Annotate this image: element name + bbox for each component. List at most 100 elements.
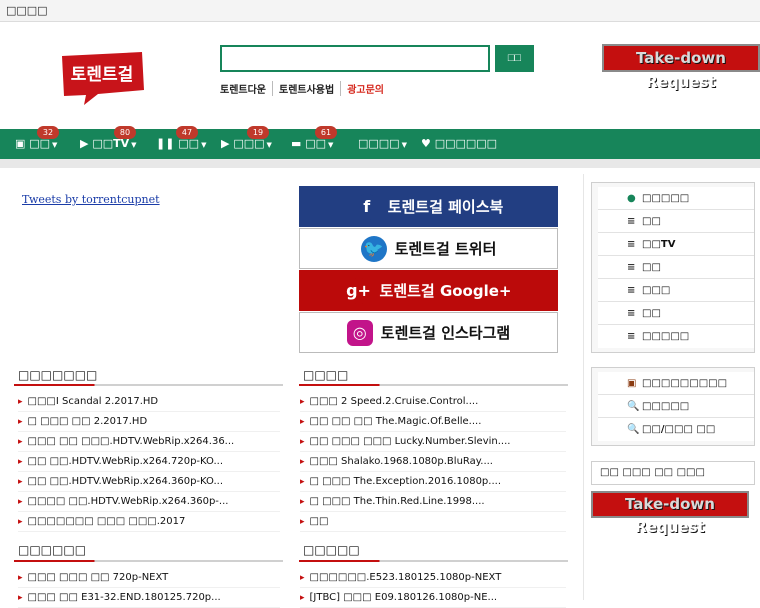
list-item[interactable]: □□ □□.HDTV.WebRip.x264.720p-KO...	[18, 452, 280, 472]
column-divider	[583, 174, 584, 600]
nav-item-video[interactable]: ▶ □□□ ▼ 19	[221, 126, 272, 159]
social-label: 토렌트걸 트위터	[394, 240, 497, 258]
sidebar-menu: ● □□□□□ ≡ □□ ≡ □□TV ≡ □□ ≡ □□□ ≡ □□ ≡ □□□□□	[591, 182, 755, 353]
search-button[interactable]: □□	[495, 45, 534, 72]
takedown-label-main: Take-down	[625, 495, 715, 513]
nav-item-music[interactable]: ❚❚ □□ ▼ 47	[156, 126, 206, 159]
list-item[interactable]: □ □□□ The.Exception.2016.1080p....	[300, 472, 566, 492]
film-icon: ▣	[15, 137, 26, 150]
sidebar-tool-search-2[interactable]: 🔍 □□/□□□ □□	[598, 418, 754, 441]
facebook-banner[interactable]: f 토렌트걸 페이스북	[299, 186, 558, 227]
sidebar-item-video[interactable]: ≡ □□□	[598, 279, 754, 302]
section-list-1: □□□I Scandal 2.2017.HD □ □□□ □□ 2.2017.H…	[18, 392, 280, 532]
takedown-label-main: Take-down	[636, 49, 726, 67]
list-item[interactable]: [JTBC] □□□ E09.180126.1080p-NE...	[300, 588, 566, 608]
section-list-2: □□□ 2 Speed.2.Cruise.Control.... □□ □□ □…	[300, 392, 566, 532]
sidebar-item-tv[interactable]: ≡ □□TV	[598, 233, 754, 256]
link-ad-inquiry[interactable]: 광고문의	[341, 81, 390, 96]
nav-badge: 32	[37, 126, 59, 139]
video-icon: ▶	[221, 137, 230, 150]
section-title[interactable]: □□□□□□□	[18, 368, 97, 382]
list-item[interactable]: □□□ 2 Speed.2.Cruise.Control....	[300, 392, 566, 412]
logo-text: 토렌트걸	[71, 65, 134, 85]
main-nav: ▣ □□ ▼ 32 ▶ □□TV ▼ 80 ❚❚ □□ ▼ 47 ▶ □□□ ▼ 19 …	[0, 126, 760, 168]
list-icon: ≡	[627, 331, 636, 342]
section-title[interactable]: □□□□□	[303, 543, 360, 557]
instagram-icon: ◎	[346, 319, 373, 346]
site-logo[interactable]: 토렌트걸	[58, 50, 146, 106]
section-underline	[14, 560, 283, 562]
instagram-banner[interactable]: ◎ 토렌트걸 인스타그램	[299, 312, 558, 353]
list-icon: ≡	[627, 239, 636, 250]
nav-label: □□□□	[358, 137, 400, 150]
list-item[interactable]: □□□ □□□ □□ 720p-NEXT	[18, 568, 280, 588]
list-item[interactable]: □□□□□□□ □□□ □□□.2017	[18, 512, 280, 532]
section-title[interactable]: □□□□	[303, 368, 348, 382]
search-icon: 🔍	[627, 401, 640, 412]
link-torrent-download[interactable]: 토렌트다운	[220, 81, 273, 96]
search-icon: 🔍	[627, 424, 640, 435]
takedown-label-tail: Request	[635, 518, 705, 536]
list-item[interactable]: □ □□□ □□ 2.2017.HD	[18, 412, 280, 432]
social-label: 토렌트걸 페이스북	[387, 198, 504, 216]
top-bar: □□□□	[0, 0, 760, 22]
pause-icon: ❚❚	[156, 137, 175, 150]
list-item[interactable]: □□□I Scandal 2.2017.HD	[18, 392, 280, 412]
list-item[interactable]: □□□□□□.E523.180125.1080p-NEXT	[300, 568, 566, 588]
list-item[interactable]: □ □□□ The.Thin.Red.Line.1998....	[300, 492, 566, 512]
list-item[interactable]: □□□ □□ E31-32.END.180125.720p...	[18, 588, 280, 608]
list-item[interactable]: □□ □□ □□ The.Magic.Of.Belle....	[300, 412, 566, 432]
sidebar-item-movies[interactable]: ≡ □□	[598, 210, 754, 233]
nav-label: □□□□□□	[434, 137, 498, 150]
section-underline	[14, 384, 283, 386]
list-item[interactable]: □□ □□□ □□□ Lucky.Number.Slevin....	[300, 432, 566, 452]
section-list-3: □□□ □□□ □□ 720p-NEXT □□□ □□ E31-32.END.1…	[18, 568, 280, 608]
twitter-icon: 🐦	[360, 235, 387, 262]
nav-item-tv[interactable]: ▶ □□TV ▼ 80	[80, 126, 137, 159]
play-icon: ▶	[80, 137, 89, 150]
search-input[interactable]	[220, 45, 490, 72]
list-icon: ≡	[627, 216, 636, 227]
list-item[interactable]: □□	[300, 512, 566, 532]
takedown-request-button-top[interactable]: Take-down Request	[602, 44, 760, 91]
google-plus-banner[interactable]: g+ 토렌트걸 Google+	[299, 270, 558, 311]
facebook-icon: f	[353, 193, 380, 220]
nav-item-more[interactable]: □□□□ ▼	[358, 129, 407, 159]
nav-item-images[interactable]: ▬ □□ ▼ 61	[291, 126, 337, 159]
link-torrent-howto[interactable]: 토렌트사용법	[273, 81, 342, 96]
sidebar-note[interactable]: □□ □□□ □□ □□□	[591, 461, 755, 485]
list-item[interactable]: □□□ □□ □□□.HDTV.WebRip.x264.36...	[18, 432, 280, 452]
nav-badge: 47	[176, 126, 198, 139]
tweets-link[interactable]: Tweets by torrentcupnet	[22, 193, 160, 206]
list-icon: ≡	[627, 285, 636, 296]
nav-shadow	[0, 159, 760, 168]
sidebar-item-favorites[interactable]: ≡ □□□□□	[598, 325, 754, 348]
list-icon: ≡	[627, 308, 636, 319]
social-label: 토렌트걸 인스타그램	[380, 324, 511, 342]
sidebar-item-music[interactable]: ≡ □□	[598, 256, 754, 279]
sidebar-tools: ▣ □□□□□□□□□ 🔍 □□□□□ 🔍 □□/□□□ □□	[591, 367, 755, 446]
twitter-banner[interactable]: 🐦 토렌트걸 트위터	[299, 228, 558, 269]
section-title[interactable]: □□□□□□	[18, 543, 86, 557]
section-list-4: □□□□□□.E523.180125.1080p-NEXT [JTBC] □□□…	[300, 568, 566, 608]
google-plus-icon: g+	[345, 277, 372, 304]
sidebar-tool-ranking[interactable]: ▣ □□□□□□□□□	[598, 372, 754, 395]
section-underline	[299, 384, 568, 386]
list-icon: ≡	[627, 262, 636, 273]
takedown-request-button-bottom[interactable]: Take-down Request	[591, 491, 749, 536]
list-item[interactable]: □□□□ □□.HDTV.WebRip.x264.360p-...	[18, 492, 280, 512]
heart-icon: ♥	[421, 137, 431, 150]
nav-item-movies[interactable]: ▣ □□ ▼ 32	[15, 126, 59, 159]
nav-badge: 61	[315, 126, 337, 139]
sidebar-tool-search[interactable]: 🔍 □□□□□	[598, 395, 754, 418]
sidebar-item-home[interactable]: ● □□□□□	[598, 187, 754, 210]
image-icon: ▬	[291, 137, 302, 150]
list-item[interactable]: □□ □□.HDTV.WebRip.x264.360p-KO...	[18, 472, 280, 492]
top-bar-label[interactable]: □□□□	[6, 4, 48, 17]
social-label: 토렌트걸 Google+	[379, 282, 512, 300]
sidebar-item-images[interactable]: ≡ □□	[598, 302, 754, 325]
section-underline	[299, 560, 568, 562]
nav-item-favorites[interactable]: ♥ □□□□□□	[421, 129, 497, 159]
nav-badge: 80	[114, 126, 136, 139]
list-item[interactable]: □□□ Shalako.1968.1080p.BluRay....	[300, 452, 566, 472]
